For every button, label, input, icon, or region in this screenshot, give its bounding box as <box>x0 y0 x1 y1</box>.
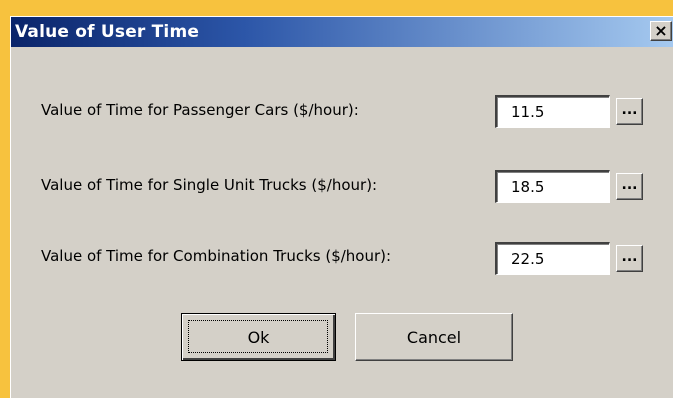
title-bar[interactable]: Value of User Time × <box>11 17 673 47</box>
close-button[interactable]: × <box>650 21 672 41</box>
dialog-title: Value of User Time <box>15 22 200 42</box>
single-unit-trucks-value-input[interactable]: 18.5 <box>495 170 610 203</box>
ok-button-label: Ok <box>247 327 270 347</box>
close-icon: × <box>654 21 668 40</box>
passenger-cars-label: Value of Time for Passenger Cars ($/hour… <box>41 101 359 119</box>
passenger-cars-browse-button[interactable]: ... <box>616 98 643 125</box>
single-unit-trucks-label: Value of Time for Single Unit Trucks ($/… <box>41 176 378 194</box>
cancel-button[interactable]: Cancel <box>355 313 513 361</box>
cancel-button-label: Cancel <box>406 327 462 347</box>
combination-trucks-label: Value of Time for Combination Trucks ($/… <box>41 247 392 265</box>
combination-trucks-value-input[interactable]: 22.5 <box>495 242 610 275</box>
passenger-cars-value-input[interactable]: 11.5 <box>495 95 610 128</box>
ok-button[interactable]: Ok <box>181 313 336 361</box>
combination-trucks-browse-button[interactable]: ... <box>616 245 643 272</box>
value-of-user-time-dialog: Value of User Time × Value of Time for P… <box>10 16 673 398</box>
single-unit-trucks-browse-button[interactable]: ... <box>616 173 643 200</box>
